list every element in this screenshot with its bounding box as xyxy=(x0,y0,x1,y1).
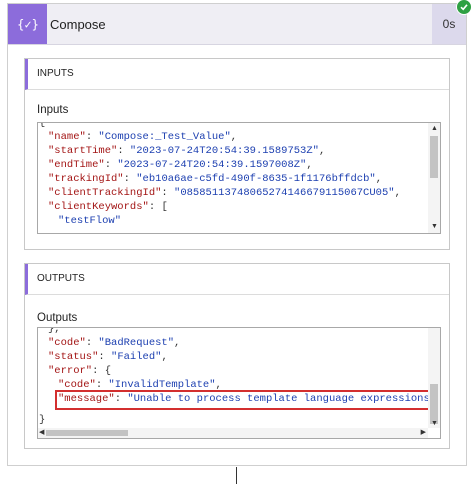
json-key: "clientKeywords" xyxy=(48,201,149,213)
outputs-scroll-thumb[interactable] xyxy=(430,384,438,424)
json-key: "endTime" xyxy=(48,159,105,171)
json-punctuation: : xyxy=(148,201,162,213)
code-line: "startTime": "2023-07-24T20:54:39.158975… xyxy=(48,144,325,158)
json-value: "BadRequest" xyxy=(98,337,175,349)
scroll-left-arrow-icon[interactable]: ◀ xyxy=(39,429,44,436)
inputs-scroll-thumb[interactable] xyxy=(430,136,438,178)
outputs-code-lines: }, "code": "BadRequest", "status": "Failed… xyxy=(38,328,428,428)
json-punctuation: }, xyxy=(48,328,61,335)
outputs-horizontal-scrollbar[interactable]: ◀ ▶ xyxy=(38,428,428,438)
json-value: "Compose:_Test_Value" xyxy=(98,131,231,143)
code-line: "clientKeywords": [ xyxy=(48,200,168,214)
json-punctuation: , xyxy=(174,337,181,349)
scroll-down-arrow-icon[interactable]: ▼ xyxy=(431,420,438,427)
svg-text:{✓}: {✓} xyxy=(18,18,38,32)
json-key: "error" xyxy=(48,365,93,377)
json-value: "2023-07-24T20:54:39.1589753Z" xyxy=(129,145,319,157)
outputs-field-label: Outputs xyxy=(37,312,78,324)
json-punctuation: : xyxy=(98,351,112,363)
json-key: "status" xyxy=(48,351,99,363)
json-punctuation: } xyxy=(39,414,46,426)
json-punctuation: : xyxy=(92,365,105,377)
flow-connector-line xyxy=(236,467,237,484)
code-line: } xyxy=(39,413,45,427)
inputs-section-header[interactable]: INPUTS xyxy=(25,59,449,90)
scroll-down-arrow-icon[interactable]: ▼ xyxy=(431,223,438,230)
json-value: "Failed" xyxy=(111,351,162,363)
json-value: "08585113748065274146679115067CU05" xyxy=(174,187,395,199)
inputs-section: INPUTS Inputs {"name": "Compose:_Test_Va… xyxy=(24,58,450,250)
json-punctuation: , xyxy=(230,131,238,143)
inputs-vertical-scrollbar[interactable]: ▲ ▼ xyxy=(428,123,440,233)
code-line: "trackingId": "eb10a6ae-c5fd-490f-8635-1… xyxy=(48,172,382,186)
json-punctuation: : xyxy=(85,131,99,143)
code-line: "endTime": "2023-07-24T20:54:39.1597008Z… xyxy=(48,158,313,172)
json-value: "testFlow" xyxy=(58,215,122,227)
json-punctuation: : xyxy=(104,159,118,171)
json-value: "2023-07-24T20:54:39.1597008Z" xyxy=(117,159,307,171)
json-punctuation: : xyxy=(123,173,137,185)
code-line: "code": "BadRequest", xyxy=(48,336,180,350)
inputs-code-lines: {"name": "Compose:_Test_Value", "startTim… xyxy=(38,123,428,233)
curly-braces-icon: {✓} xyxy=(8,4,47,44)
json-punctuation: [ xyxy=(161,201,168,213)
outputs-section: OUTPUTS Outputs }, "code": "BadRequest", "… xyxy=(24,263,450,449)
json-punctuation: , xyxy=(306,159,313,171)
json-punctuation: : xyxy=(117,145,130,157)
scroll-up-arrow-icon[interactable]: ▲ xyxy=(431,125,438,132)
action-header[interactable]: {✓} Compose 0s xyxy=(8,4,466,45)
outputs-section-header[interactable]: OUTPUTS xyxy=(25,264,449,295)
json-punctuation: , xyxy=(375,173,382,185)
code-line: "clientTrackingId": "0858511374806527414… xyxy=(48,186,401,200)
outputs-code-box[interactable]: }, "code": "BadRequest", "status": "Failed… xyxy=(37,327,441,439)
outputs-hscroll-thumb[interactable] xyxy=(46,430,128,436)
success-check-icon xyxy=(456,0,472,15)
json-key: "name" xyxy=(48,131,86,143)
json-punctuation: , xyxy=(394,187,401,199)
outputs-section-title: OUTPUTS xyxy=(37,273,85,284)
outputs-vertical-scrollbar[interactable]: ▼ xyxy=(428,328,440,428)
json-key: "code" xyxy=(48,337,86,349)
json-key: "trackingId" xyxy=(48,173,124,185)
inputs-code-box[interactable]: {"name": "Compose:_Test_Value", "startTim… xyxy=(37,122,441,234)
code-line: { xyxy=(39,123,45,130)
json-key: "clientTrackingId" xyxy=(48,187,162,199)
json-punctuation: : xyxy=(85,337,99,349)
json-punctuation: , xyxy=(318,145,326,157)
code-line: "name": "Compose:_Test_Value", xyxy=(48,130,237,144)
compose-action-card: {✓} Compose 0s INPUTS Inputs {"name": "C… xyxy=(7,3,467,466)
code-line: "testFlow" xyxy=(58,214,121,228)
code-line: "error": { xyxy=(48,364,111,378)
action-title: Compose xyxy=(50,17,106,32)
code-line: }, xyxy=(48,328,61,336)
json-punctuation: : xyxy=(161,187,175,199)
json-punctuation: , xyxy=(161,351,168,363)
json-value: "eb10a6ae-c5fd-490f-8635-1f1176bffdcb" xyxy=(136,173,376,185)
code-line: "status": "Failed", xyxy=(48,350,168,364)
scroll-right-arrow-icon[interactable]: ▶ xyxy=(421,429,426,436)
error-message-highlight xyxy=(55,390,430,410)
json-punctuation: { xyxy=(39,123,46,129)
json-punctuation: { xyxy=(104,365,112,377)
inputs-field-label: Inputs xyxy=(37,104,69,116)
json-key: "startTime" xyxy=(48,145,118,157)
inputs-section-title: INPUTS xyxy=(37,68,74,79)
